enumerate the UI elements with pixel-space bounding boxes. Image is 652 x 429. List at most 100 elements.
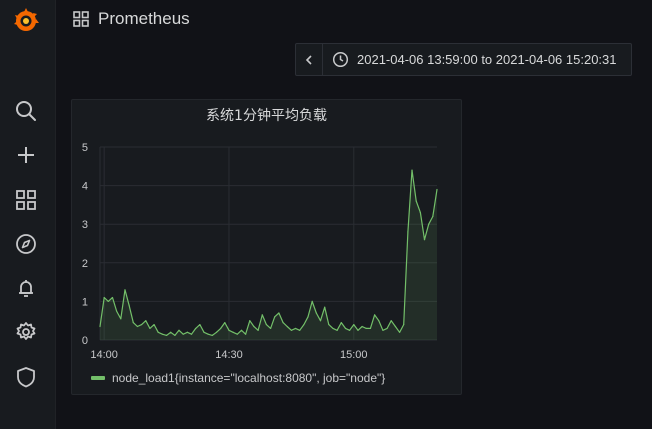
- data-point: [240, 329, 243, 331]
- data-point: [340, 322, 342, 324]
- data-point: [99, 325, 101, 328]
- data-point: [415, 200, 417, 202]
- data-point: [224, 322, 226, 324]
- dashboard-title[interactable]: Prometheus: [98, 9, 190, 29]
- data-point: [103, 296, 105, 299]
- data-point: [294, 327, 297, 330]
- data-point: [398, 331, 401, 333]
- data-point: [253, 325, 255, 328]
- data-point: [141, 323, 143, 326]
- data-point: [332, 327, 334, 330]
- y-tick-label: 1: [82, 296, 88, 308]
- data-point: [369, 327, 372, 330]
- data-point: [373, 314, 376, 316]
- data-point: [315, 312, 317, 314]
- clock-icon: [332, 51, 349, 68]
- graph-panel: 系统1分钟平均负载 0 1 2 3 4 5 14:00 14:30 15:00 node_loa…: [71, 99, 462, 395]
- data-point: [132, 322, 134, 324]
- data-point: [344, 327, 347, 330]
- data-point: [274, 316, 276, 318]
- data-point: [390, 320, 392, 322]
- data-point: [436, 188, 438, 191]
- x-tick-label: 15:00: [340, 349, 368, 361]
- breadcrumb: Prometheus: [72, 6, 190, 32]
- legend: node_load1{instance="localhost:8080", jo…: [91, 371, 385, 385]
- dashboard-grid-icon: [72, 10, 90, 28]
- data-point: [311, 300, 313, 302]
- data-point: [419, 212, 421, 214]
- data-point: [286, 325, 288, 328]
- legend-series-label[interactable]: node_load1{instance="localhost:8080", jo…: [112, 371, 385, 385]
- sidebar: [0, 0, 56, 429]
- compass-icon[interactable]: [13, 231, 39, 257]
- data-point: [111, 296, 114, 299]
- series-line: [99, 169, 438, 336]
- data-point: [261, 314, 263, 316]
- grafana-logo-icon[interactable]: [11, 6, 41, 36]
- data-point: [307, 316, 309, 318]
- data-point: [174, 334, 176, 336]
- data-point: [353, 323, 355, 326]
- data-point: [403, 323, 405, 326]
- data-point: [378, 320, 380, 322]
- data-point: [319, 320, 322, 322]
- data-point: [428, 223, 430, 225]
- chevron-left-icon: [305, 54, 312, 65]
- data-point: [407, 231, 409, 233]
- data-point: [145, 320, 147, 322]
- data-point: [382, 329, 384, 331]
- data-point: [124, 289, 126, 291]
- data-point: [357, 329, 359, 331]
- data-point: [245, 333, 247, 335]
- data-point: [199, 323, 201, 326]
- data-point: [186, 331, 188, 333]
- data-point: [278, 312, 280, 314]
- time-range-text: 2021-04-06 13:59:00 to 2021-04-06 15:20:…: [357, 52, 617, 67]
- data-point: [190, 333, 193, 335]
- time-range-back-button[interactable]: [296, 44, 323, 75]
- y-tick-label: 0: [82, 335, 88, 347]
- x-tick-label: 14:00: [90, 349, 118, 361]
- data-point: [290, 329, 292, 331]
- gear-icon[interactable]: [13, 319, 39, 345]
- data-point: [211, 334, 213, 336]
- data-point: [249, 320, 251, 322]
- data-point: [157, 331, 159, 333]
- plus-icon[interactable]: [13, 142, 39, 168]
- data-point: [411, 169, 413, 171]
- data-point: [236, 333, 238, 335]
- data-point: [349, 329, 351, 331]
- data-point: [195, 327, 197, 330]
- search-icon[interactable]: [13, 98, 39, 124]
- data-point: [161, 333, 164, 335]
- data-point: [394, 325, 396, 328]
- data-point: [182, 333, 184, 335]
- bell-icon[interactable]: [13, 275, 39, 301]
- data-point: [386, 327, 388, 330]
- legend-swatch: [91, 376, 105, 380]
- y-tick-label: 2: [82, 258, 88, 270]
- data-point: [365, 327, 367, 330]
- data-point: [178, 329, 180, 331]
- data-point: [120, 318, 122, 320]
- dashboards-grid-icon[interactable]: [13, 187, 39, 213]
- data-point: [423, 239, 426, 241]
- data-point: [107, 300, 109, 302]
- data-point: [207, 333, 209, 335]
- data-point: [116, 310, 118, 312]
- data-point: [128, 304, 130, 306]
- x-tick-label: 14:30: [215, 349, 243, 361]
- data-point: [232, 331, 234, 333]
- data-point: [153, 323, 155, 326]
- data-point: [165, 334, 168, 336]
- data-point: [215, 331, 218, 333]
- line-chart: 0 1 2 3 4 5 14:00 14:30 15:00: [82, 142, 438, 361]
- time-range-button[interactable]: 2021-04-06 13:59:00 to 2021-04-06 15:20:…: [323, 44, 631, 75]
- data-point: [203, 331, 205, 333]
- data-point: [303, 323, 305, 326]
- data-point: [282, 322, 284, 324]
- series-area: [100, 170, 437, 340]
- data-point: [269, 327, 272, 330]
- data-point: [220, 327, 222, 330]
- shield-icon[interactable]: [13, 364, 39, 390]
